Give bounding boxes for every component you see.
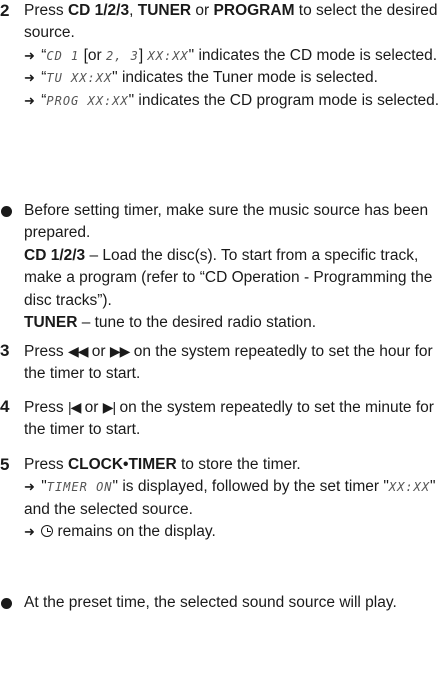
step-number: 3: [0, 341, 10, 360]
step-text: Press |◀ or ▶| on the system repeatedly …: [24, 396, 443, 442]
arrow-right-icon: ➜: [24, 479, 35, 495]
text: " indicates the CD mode is selected.: [188, 46, 438, 64]
key-label: CD 1/2/3: [67, 2, 130, 19]
timer-icon: [41, 525, 54, 538]
display-text: TIMER ON: [46, 480, 113, 495]
arrow-right-icon: ➜: [24, 70, 35, 86]
text: Press: [24, 456, 68, 473]
fast-forward-icon: ▶▶: [109, 343, 131, 359]
manual-page: 2 Press CD 1/2/3, TUNER or PROGRAM to se…: [0, 0, 447, 677]
text: [or: [79, 46, 106, 64]
text: or: [80, 399, 103, 416]
display-text: 2, 3: [105, 48, 139, 63]
text: – tune to the desired radio station.: [77, 314, 317, 332]
note-text: Before setting timer, make sure the musi…: [24, 200, 443, 334]
text: ]: [138, 46, 148, 64]
text: Press: [24, 2, 68, 19]
step-text: Press CD 1/2/3, TUNER or PROGRAM to sele…: [24, 2, 440, 109]
text: Before setting timer, make sure the musi…: [24, 202, 429, 242]
step-number: 4: [0, 397, 10, 416]
text: At the preset time, the selected sound s…: [24, 594, 397, 611]
text: Press: [24, 343, 68, 360]
note-text: At the preset time, the selected sound s…: [24, 592, 443, 614]
text: to store the timer.: [176, 456, 301, 473]
rewind-icon: ◀◀: [67, 343, 89, 359]
text: " indicates the Tuner mode is selected.: [112, 69, 378, 87]
next-track-icon: ▶|: [102, 399, 116, 415]
text: " indicates the CD program mode is selec…: [128, 91, 440, 109]
text: ,: [129, 2, 138, 19]
arrow-right-icon: ➜: [24, 524, 35, 540]
step-text: Press CLOCK•TIMER to store the timer. ➜ …: [24, 456, 436, 541]
display-text: CD 1: [46, 48, 80, 63]
text: or: [87, 343, 110, 360]
text: – Load the disc(s). To start from a spec…: [24, 246, 433, 309]
step-text: Press ◀◀ or ▶▶ on the system repeatedly …: [24, 340, 443, 386]
key-label: CD 1/2/3: [24, 246, 86, 264]
text: or: [191, 2, 214, 19]
display-text: XX:XX: [388, 480, 430, 495]
text: remains on the display.: [53, 523, 216, 541]
text: " is displayed, followed by the set time…: [112, 478, 389, 496]
previous-track-icon: |◀: [67, 399, 81, 415]
bullet-icon: [1, 598, 12, 609]
key-label: TUNER: [137, 2, 192, 19]
text: Press: [24, 399, 68, 416]
key-label: CLOCK•TIMER: [67, 456, 177, 473]
arrow-right-icon: ➜: [24, 92, 35, 108]
bullet-icon: [1, 206, 12, 217]
arrow-right-icon: ➜: [24, 47, 35, 63]
key-label: TUNER: [24, 314, 78, 332]
display-text: XX:XX: [147, 48, 189, 63]
step-number: 5: [0, 455, 10, 474]
key-label: PROGRAM: [213, 2, 295, 19]
display-text: PROG XX:XX: [46, 93, 129, 108]
display-text: TU XX:XX: [46, 71, 113, 86]
step-number: 2: [0, 1, 10, 20]
